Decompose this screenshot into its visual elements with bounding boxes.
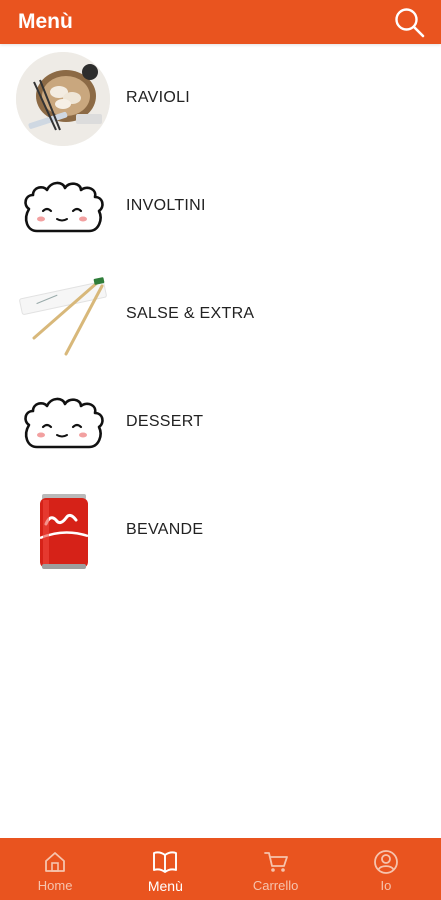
tab-label: Io [380, 878, 392, 893]
user-icon [373, 849, 399, 875]
page-title: Menù [18, 10, 73, 33]
ravioli-photo [16, 52, 110, 146]
tab-home[interactable]: Home [0, 838, 110, 900]
tab-label: Menù [147, 877, 183, 894]
category-label: INVOLTINI [126, 197, 206, 214]
search-button[interactable] [391, 4, 427, 40]
tab-menu[interactable]: Menù [110, 838, 220, 900]
soda-can-photo [16, 484, 110, 578]
chopsticks-photo [16, 268, 110, 362]
dumpling-mascot-icon [16, 376, 110, 470]
cart-icon [263, 849, 289, 875]
tab-cart[interactable]: Carrello [221, 838, 331, 900]
category-item-bevande[interactable]: BEVANDE [0, 476, 441, 584]
category-label: BEVANDE [126, 521, 204, 538]
bottom-nav: Home Menù Carrello Io [0, 838, 441, 900]
dumpling-mascot-icon [16, 160, 110, 254]
top-app-bar: Menù [0, 0, 441, 44]
search-icon [395, 8, 425, 38]
tab-profile[interactable]: Io [331, 838, 441, 900]
book-icon [152, 849, 178, 875]
home-icon [42, 849, 68, 875]
category-item-dessert[interactable]: DESSERT [0, 368, 441, 476]
tab-label: Home [37, 878, 73, 893]
category-item-salse-extra[interactable]: SALSE & EXTRA [0, 260, 441, 368]
category-label: DESSERT [126, 413, 204, 430]
category-item-ravioli[interactable]: RAVIOLI [0, 44, 441, 152]
category-label: SALSE & EXTRA [126, 305, 255, 322]
category-list: RAVIOLI INVOLTINI SALSE & EXTRA DESSERT … [0, 44, 441, 584]
category-item-involtini[interactable]: INVOLTINI [0, 152, 441, 260]
category-label: RAVIOLI [126, 89, 191, 106]
tab-label: Carrello [252, 878, 299, 893]
